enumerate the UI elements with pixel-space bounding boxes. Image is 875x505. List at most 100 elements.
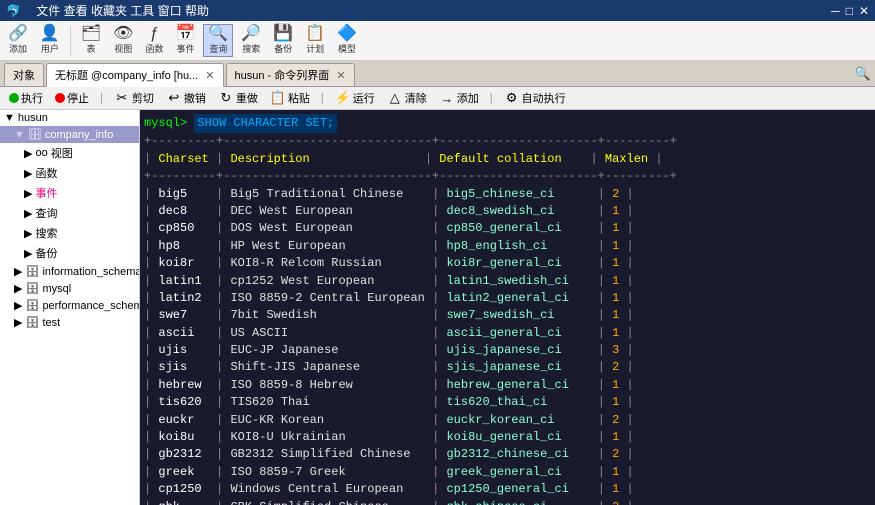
sidebar-performance-schema[interactable]: ▶ 🗄 performance_schema: [0, 297, 139, 314]
sidebar-tables[interactable]: ▶ oo 视图: [0, 143, 139, 163]
table-row: | hebrew | ISO 8859-8 Hebrew | hebrew_ge…: [144, 377, 871, 394]
sidebar-connection[interactable]: ▼ husun: [0, 110, 139, 126]
sidebar-company-info[interactable]: ▼ 🗄 company_info: [0, 126, 139, 143]
separator-3: |: [319, 92, 326, 104]
table-row: | ascii | US ASCII | ascii_general_ci | …: [144, 325, 871, 342]
add-col-icon: →: [439, 90, 455, 106]
table-row: | latin2 | ISO 8859-2 Central European |…: [144, 290, 871, 307]
tab-console-close-icon[interactable]: ✕: [336, 70, 345, 82]
sidebar-functions[interactable]: ▶ 事件: [0, 183, 139, 203]
table-row: | tis620 | TIS620 Thai | tis620_thai_ci …: [144, 394, 871, 411]
clear-button[interactable]: △ 清除: [384, 89, 430, 107]
run-icon: [9, 93, 19, 103]
undo-icon: ↩: [166, 90, 182, 106]
model-icon: 🔷: [337, 26, 357, 42]
tab-close-icon[interactable]: ✕: [205, 70, 214, 82]
table-row: | latin1 | cp1252 West European | latin1…: [144, 273, 871, 290]
cut-icon: ✂: [114, 90, 130, 106]
table-sidebar-icon: oo: [35, 147, 47, 159]
backup-button[interactable]: 💾 备份: [269, 25, 297, 56]
table-button[interactable]: 🗂 表: [77, 25, 105, 56]
user-icon: 👤: [40, 26, 60, 42]
test-icon: 🗄: [25, 316, 39, 329]
window-controls[interactable]: ─ □ ✕: [831, 4, 869, 18]
add-col-button[interactable]: → 添加: [436, 89, 482, 107]
close-icon[interactable]: ✕: [859, 4, 869, 18]
schedule-button[interactable]: 📋 计划: [301, 25, 329, 56]
func-icon: ▶: [24, 187, 32, 200]
model-button[interactable]: 🔷 模型: [333, 25, 361, 56]
sidebar-queries[interactable]: ▶ 搜索: [0, 223, 139, 243]
mysql-prompt-text: mysql>: [144, 115, 194, 132]
event-button[interactable]: 📅 事件: [171, 25, 199, 56]
prompt-line: mysql> SHOW CHARACTER SET;: [144, 114, 871, 133]
evt-icon: ▶: [24, 207, 32, 220]
table-row: | cp850 | DOS West European | cp850_gene…: [144, 220, 871, 237]
sidebar-search[interactable]: ▶ 备份: [0, 243, 139, 263]
paste-icon: 📋: [270, 90, 286, 106]
separator-4: |: [488, 92, 495, 104]
clear-icon: △: [387, 90, 403, 106]
tab-search-icon[interactable]: 🔍: [855, 66, 871, 82]
user-button[interactable]: 👤 用户: [36, 25, 64, 56]
tab-actions: 🔍: [855, 66, 871, 82]
auto-exec-button[interactable]: ⚙ 自动执行: [501, 89, 569, 107]
tab-bar: 对象 无标题 @company_info [hu... ✕ husun - 命令…: [0, 61, 875, 87]
is-expand-icon: ▶: [14, 265, 22, 278]
table-row: | sjis | Shift-JIS Japanese | sjis_japan…: [144, 359, 871, 376]
function-button[interactable]: ƒ 函数: [141, 25, 167, 56]
function-icon: ƒ: [150, 26, 159, 42]
title-bar: 🐬 文件 查看 收藏夹 工具 窗口 帮助 ─ □ ✕: [0, 0, 875, 21]
backup-icon: 💾: [273, 26, 293, 42]
minimize-icon[interactable]: ─: [831, 4, 840, 18]
table-row: | cp1250 | Windows Central European | cp…: [144, 481, 871, 498]
paste-button[interactable]: 📋 粘贴: [267, 89, 313, 107]
content-area[interactable]: mysql> SHOW CHARACTER SET; +---------+---…: [140, 110, 875, 505]
db-expand-icon: ▼: [14, 129, 25, 141]
sidebar-views[interactable]: ▶ 函数: [0, 163, 139, 183]
tab-object[interactable]: 对象: [4, 63, 44, 86]
db-label: company_info: [45, 129, 114, 141]
connection-label: husun: [18, 112, 48, 124]
stop-icon: [55, 93, 65, 103]
srch-icon: ▶: [24, 247, 32, 260]
run-btn[interactable]: ⚡ 运行: [332, 89, 378, 107]
table-header: | Charset | Description | Default collat…: [144, 151, 871, 168]
view-button[interactable]: 👁 视图: [109, 25, 137, 56]
query-icon: 🔍: [208, 26, 228, 42]
table-row: | swe7 | 7bit Swedish | swe7_swedish_ci …: [144, 307, 871, 324]
tab-query[interactable]: 无标题 @company_info [hu... ✕: [46, 63, 224, 87]
sidebar-information-schema[interactable]: ▶ 🗄 information_schema: [0, 263, 139, 280]
db-icon: 🗄: [28, 128, 42, 141]
auto-icon: ⚙: [504, 90, 520, 106]
cut-button[interactable]: ✂ 剪切: [111, 89, 157, 107]
redo-icon: ↻: [218, 90, 234, 106]
run2-icon: ⚡: [335, 90, 351, 106]
table-separator-header: +---------+-----------------------------…: [144, 168, 871, 185]
separator-1: [70, 26, 71, 56]
query-button[interactable]: 🔍 查询: [203, 24, 233, 57]
sidebar: ▼ husun ▼ 🗄 company_info ▶ oo 视图 ▶ 函数 ▶ …: [0, 110, 140, 505]
ps-expand-icon: ▶: [14, 299, 22, 312]
table-row: | hp8 | HP West European | hp8_english_c…: [144, 238, 871, 255]
sidebar-events[interactable]: ▶ 查询: [0, 203, 139, 223]
views-icon: ▶: [24, 167, 32, 180]
table-row: | euckr | EUC-KR Korean | euckr_korean_c…: [144, 412, 871, 429]
exec-button[interactable]: 执行: [6, 89, 46, 107]
main-layout: ▼ husun ▼ 🗄 company_info ▶ oo 视图 ▶ 函数 ▶ …: [0, 110, 875, 505]
tab-console[interactable]: husun - 命令列界面 ✕: [226, 63, 355, 86]
sidebar-mysql[interactable]: ▶ 🗄 mysql: [0, 280, 139, 297]
qry-icon: ▶: [24, 227, 32, 240]
stop-button[interactable]: 停止: [52, 89, 92, 107]
maximize-icon[interactable]: □: [846, 4, 853, 18]
table-icon: 🗂: [81, 26, 101, 42]
table-row: | koi8u | KOI8-U Ukrainian | koi8u_gener…: [144, 429, 871, 446]
undo-button[interactable]: ↩ 撤销: [163, 89, 209, 107]
redo-button[interactable]: ↻ 重做: [215, 89, 261, 107]
ps-icon: 🗄: [25, 299, 39, 312]
add-button[interactable]: 🔗 添加: [4, 25, 32, 56]
mysql-command-text: SHOW CHARACTER SET;: [194, 114, 337, 133]
table-row: | big5 | Big5 Traditional Chinese | big5…: [144, 186, 871, 203]
search-button[interactable]: 🔎 搜索: [237, 25, 265, 56]
sidebar-test[interactable]: ▶ 🗄 test: [0, 314, 139, 331]
